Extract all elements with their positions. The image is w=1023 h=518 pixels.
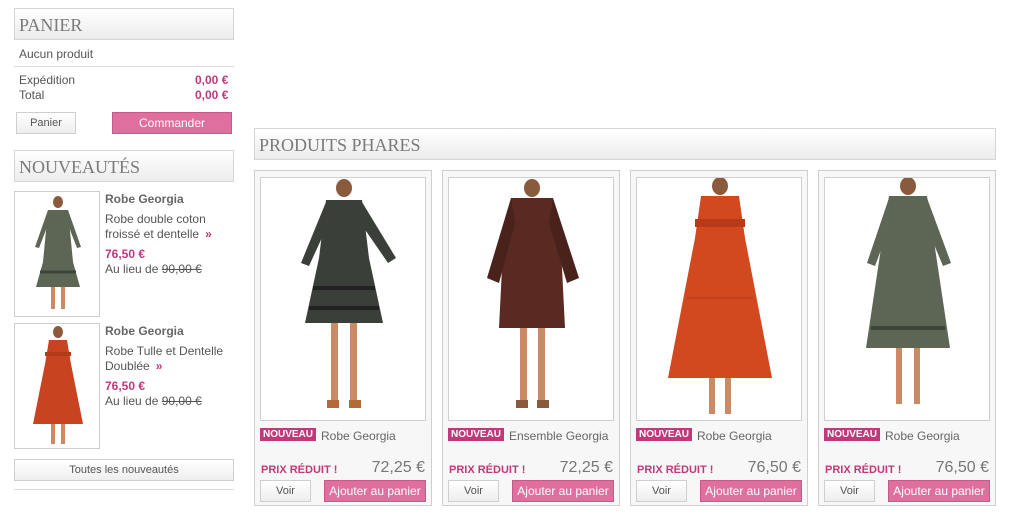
total-value: 0,00 €	[195, 88, 229, 102]
product-card: NOUVEAU Robe Georgia PRIX RÉDUIT ! 72,25…	[254, 170, 432, 506]
new-product-desc: Robe Tulle et Dentelle	[105, 344, 224, 358]
all-new-products-button[interactable]: Toutes les nouveautés	[14, 459, 234, 481]
add-to-cart-button[interactable]: Ajouter au panier	[888, 480, 990, 502]
product-image[interactable]	[636, 177, 802, 421]
cart-title: PANIER	[14, 8, 234, 40]
product-image[interactable]	[824, 177, 990, 421]
new-products-title: NOUVEAUTÉS	[14, 150, 234, 182]
cart-empty-text: Aucun produit	[19, 47, 94, 61]
view-button[interactable]: Voir	[448, 480, 499, 502]
new-badge: NOUVEAU	[824, 428, 881, 441]
product-card: NOUVEAU Ensemble Georgia PRIX RÉDUIT ! 7…	[442, 170, 620, 506]
new-product-price: 76,50 €	[105, 247, 146, 261]
price-reduced-label: PRIX RÉDUIT !	[449, 464, 526, 476]
shipping-value: 0,00 €	[195, 73, 229, 87]
new-product-old-price: Au lieu de 90,00 €	[105, 394, 202, 408]
new-product-old-price: Au lieu de 90,00 €	[105, 262, 202, 276]
featured-title: PRODUITS PHARES	[254, 128, 996, 160]
new-product-desc: froissé et dentelle»	[105, 227, 212, 241]
chevron-right-icon[interactable]: »	[156, 359, 163, 373]
add-to-cart-button[interactable]: Ajouter au panier	[700, 480, 802, 502]
product-card: NOUVEAU Robe Georgia PRIX RÉDUIT ! 76,50…	[818, 170, 996, 506]
product-card: NOUVEAU Robe Georgia PRIX RÉDUIT ! 76,50…	[630, 170, 808, 506]
new-product-image[interactable]	[14, 323, 100, 449]
product-price: 72,25 €	[559, 459, 613, 476]
product-image[interactable]	[260, 177, 426, 421]
new-badge: NOUVEAU	[636, 428, 693, 441]
new-badge: NOUVEAU	[448, 428, 505, 441]
new-product-brand[interactable]: Robe Georgia	[105, 192, 184, 206]
product-price: 76,50 €	[747, 459, 801, 476]
product-name[interactable]: Robe Georgia	[321, 429, 396, 443]
add-to-cart-button[interactable]: Ajouter au panier	[324, 480, 426, 502]
product-name[interactable]: Ensemble Georgia	[509, 429, 608, 443]
new-product-brand[interactable]: Robe Georgia	[105, 324, 184, 338]
view-button[interactable]: Voir	[636, 480, 687, 502]
cart-button[interactable]: Panier	[16, 112, 76, 134]
product-image[interactable]	[448, 177, 614, 421]
new-badge: NOUVEAU	[260, 428, 317, 441]
total-label: Total	[19, 88, 45, 102]
new-product-price: 76,50 €	[105, 379, 146, 393]
product-price: 76,50 €	[935, 459, 989, 476]
view-button[interactable]: Voir	[260, 480, 311, 502]
new-product-image[interactable]	[14, 191, 100, 317]
divider	[14, 489, 234, 490]
price-reduced-label: PRIX RÉDUIT !	[825, 464, 902, 476]
price-reduced-label: PRIX RÉDUIT !	[637, 464, 714, 476]
chevron-right-icon[interactable]: »	[205, 227, 212, 241]
view-button[interactable]: Voir	[824, 480, 875, 502]
new-product-desc: Robe double coton	[105, 212, 206, 226]
product-price: 72,25 €	[371, 459, 425, 476]
add-to-cart-button[interactable]: Ajouter au panier	[512, 480, 614, 502]
price-reduced-label: PRIX RÉDUIT !	[261, 464, 338, 476]
product-name[interactable]: Robe Georgia	[697, 429, 772, 443]
order-button[interactable]: Commander	[112, 112, 232, 134]
product-name[interactable]: Robe Georgia	[885, 429, 960, 443]
shipping-label: Expédition	[19, 73, 76, 87]
new-product-desc: Doublée»	[105, 359, 163, 373]
divider	[14, 66, 234, 67]
